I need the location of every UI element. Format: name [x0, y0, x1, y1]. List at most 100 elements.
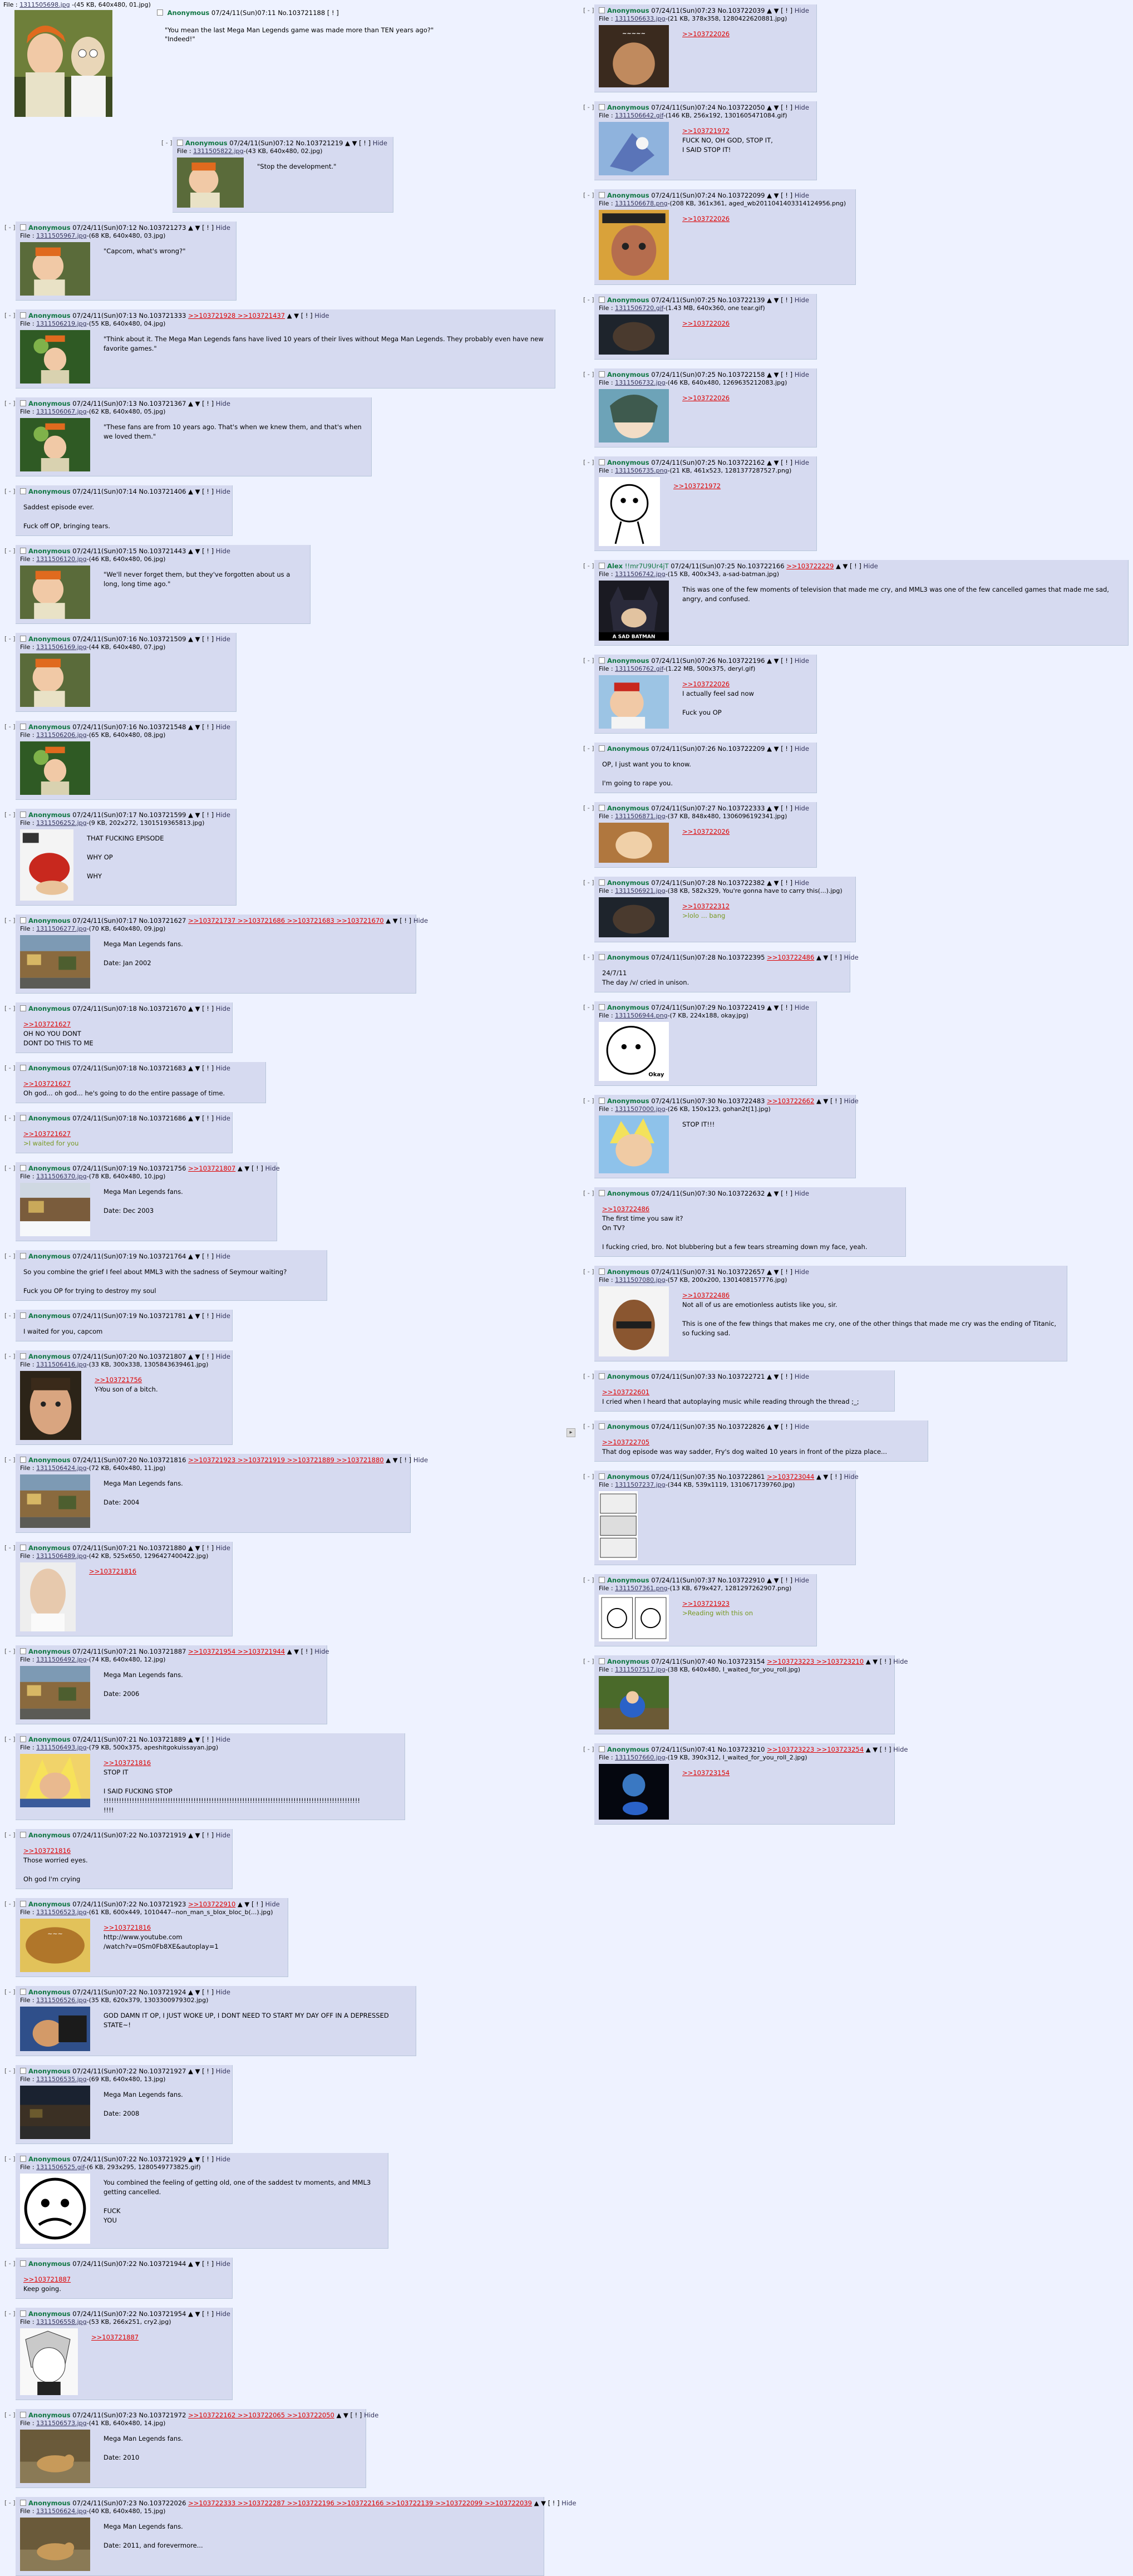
report-link[interactable]: [ ! ] [548, 2499, 560, 2507]
post-number[interactable]: No.103722162 [718, 459, 765, 466]
file-link[interactable]: 1311506120.jpg [36, 555, 87, 563]
backlinks[interactable]: >>103721737 >>103721686 >>103721683 >>10… [188, 917, 383, 925]
sort-arrows-icon[interactable]: ▲ ▼ [188, 1988, 200, 1996]
sort-arrows-icon[interactable]: ▲ ▼ [188, 1736, 200, 1743]
post-number[interactable]: No.103721599 [139, 811, 186, 819]
file-link[interactable]: 1311506633.jpg [615, 15, 666, 22]
sort-arrows-icon[interactable]: ▲ ▼ [188, 2067, 200, 2075]
sort-arrows-icon[interactable]: ▲ ▼ [188, 1353, 200, 1360]
post-thumbnail[interactable] [20, 2174, 90, 2244]
file-link[interactable]: 1311506871.jpg [615, 813, 666, 820]
file-anchor[interactable]: 1311506720.gif [615, 304, 663, 312]
hide-link[interactable]: Hide [795, 804, 809, 812]
post-number[interactable]: No.103722657 [718, 1268, 765, 1276]
report-link[interactable]: [ ! ] [202, 488, 214, 495]
post-number[interactable]: No.103721923 [139, 1900, 186, 1908]
report-link[interactable]: [ ! ] [830, 1473, 842, 1481]
file-anchor[interactable]: 1311506493.jpg [36, 1744, 87, 1751]
post-thumbnail[interactable] [20, 935, 90, 989]
post-number[interactable]: No.103722395 [718, 953, 765, 961]
quote-link[interactable]: >>103721972 [682, 127, 730, 135]
select-checkbox[interactable] [20, 312, 26, 318]
hide-link[interactable]: Hide [864, 562, 878, 570]
select-checkbox[interactable] [599, 7, 605, 13]
select-checkbox[interactable] [20, 812, 26, 818]
op-post-number[interactable]: No.103721188 [278, 9, 325, 17]
sort-arrows-icon[interactable]: ▲ ▼ [188, 2310, 200, 2318]
report-link[interactable]: [ ! ] [781, 371, 792, 378]
report-link[interactable]: [ ! ] [202, 1353, 214, 1360]
post-thumbnail[interactable] [599, 1595, 669, 1641]
report-link[interactable]: [ ! ] [202, 1252, 214, 1260]
post-thumbnail[interactable] [20, 418, 90, 471]
select-checkbox[interactable] [599, 1423, 605, 1429]
select-checkbox[interactable] [177, 140, 183, 146]
sort-arrows-icon[interactable]: ▲ ▼ [767, 879, 779, 887]
hide-link[interactable]: Hide [216, 400, 230, 407]
backlinks[interactable]: >>103722229 [786, 562, 834, 570]
hide-link[interactable]: Hide [216, 2310, 230, 2318]
report-link[interactable]: [ ! ] [781, 879, 792, 887]
hide-link[interactable]: Hide [795, 1268, 809, 1276]
hide-link[interactable]: Hide [216, 1736, 230, 1743]
select-checkbox[interactable] [20, 1648, 26, 1654]
sort-arrows-icon[interactable]: ▲ ▼ [816, 1473, 828, 1481]
sort-arrows-icon[interactable]: ▲ ▼ [767, 191, 779, 199]
file-link[interactable]: 1311506493.jpg [36, 1744, 87, 1751]
backlinks[interactable]: >>103723223 >>103723210 [767, 1658, 864, 1665]
sort-arrows-icon[interactable]: ▲ ▼ [767, 657, 779, 665]
report-link[interactable]: [ ! ] [781, 1189, 792, 1197]
post-thumbnail[interactable] [599, 1491, 638, 1560]
file-anchor[interactable]: 1311506558.jpg [36, 2318, 87, 2326]
expand-arrow-icon[interactable]: ▸ [566, 1428, 575, 1437]
hide-link[interactable]: Hide [265, 1900, 280, 1908]
post-number[interactable]: No.103721816 [139, 1456, 186, 1464]
hide-link[interactable]: Hide [265, 1164, 280, 1172]
post-thumbnail[interactable] [20, 741, 90, 795]
report-link[interactable]: [ ! ] [252, 1900, 263, 1908]
report-link[interactable]: [ ! ] [781, 1576, 792, 1584]
post-thumbnail[interactable] [599, 477, 660, 546]
select-checkbox[interactable] [20, 1989, 26, 1995]
post-number[interactable]: No.103721944 [139, 2260, 186, 2268]
post-number[interactable]: No.103722026 [139, 2499, 186, 2507]
hide-link[interactable]: Hide [844, 953, 859, 961]
file-anchor[interactable]: 1311506762.gif [615, 665, 663, 672]
hide-link[interactable]: Hide [795, 104, 809, 111]
report-link[interactable]: [ ! ] [301, 1648, 313, 1655]
select-checkbox[interactable] [20, 2412, 26, 2418]
sort-arrows-icon[interactable]: ▲ ▼ [767, 1423, 779, 1430]
sort-arrows-icon[interactable]: ▲ ▼ [816, 953, 828, 961]
sort-arrows-icon[interactable]: ▲ ▼ [345, 139, 357, 147]
select-checkbox[interactable] [599, 1473, 605, 1479]
quote-link[interactable]: >>103722026 [682, 30, 730, 38]
select-checkbox[interactable] [20, 1353, 26, 1359]
report-link[interactable]: [ ! ] [400, 917, 411, 925]
post-number[interactable]: No.103723154 [718, 1658, 765, 1665]
select-checkbox[interactable] [20, 2156, 26, 2162]
file-link[interactable]: 1311506526.jpg [36, 1997, 87, 2004]
report-link[interactable]: [ ! ] [781, 1423, 792, 1430]
select-checkbox[interactable] [20, 636, 26, 642]
select-checkbox[interactable] [599, 371, 605, 377]
file-link[interactable]: 1311506535.jpg [36, 2076, 87, 2083]
quote-link[interactable]: >>103721923 [682, 1600, 730, 1607]
hide-link[interactable]: Hide [795, 1004, 809, 1011]
post-number[interactable]: No.103721548 [139, 723, 186, 731]
post-thumbnail[interactable] [599, 1286, 669, 1356]
sort-arrows-icon[interactable]: ▲ ▼ [816, 1097, 828, 1105]
post-number[interactable]: No.103722419 [718, 1004, 765, 1011]
file-anchor[interactable]: 1311506526.jpg [36, 1997, 87, 2004]
post-thumbnail[interactable] [599, 1115, 669, 1173]
post-thumbnail[interactable] [20, 566, 90, 619]
file-anchor[interactable]: 1311506424.jpg [36, 1464, 87, 1472]
sort-arrows-icon[interactable]: ▲ ▼ [534, 2499, 546, 2507]
quote-link[interactable]: >>103722026 [682, 394, 730, 402]
post-number[interactable]: No.103722333 [718, 804, 765, 812]
quote-link[interactable]: >>103721627 [23, 1130, 71, 1138]
post-thumbnail[interactable]: A SAD BATMAN [599, 581, 669, 641]
report-link[interactable]: [ ! ] [202, 2260, 214, 2268]
select-checkbox[interactable] [20, 724, 26, 730]
hide-link[interactable]: Hide [844, 1473, 859, 1481]
sort-arrows-icon[interactable]: ▲ ▼ [188, 1005, 200, 1012]
